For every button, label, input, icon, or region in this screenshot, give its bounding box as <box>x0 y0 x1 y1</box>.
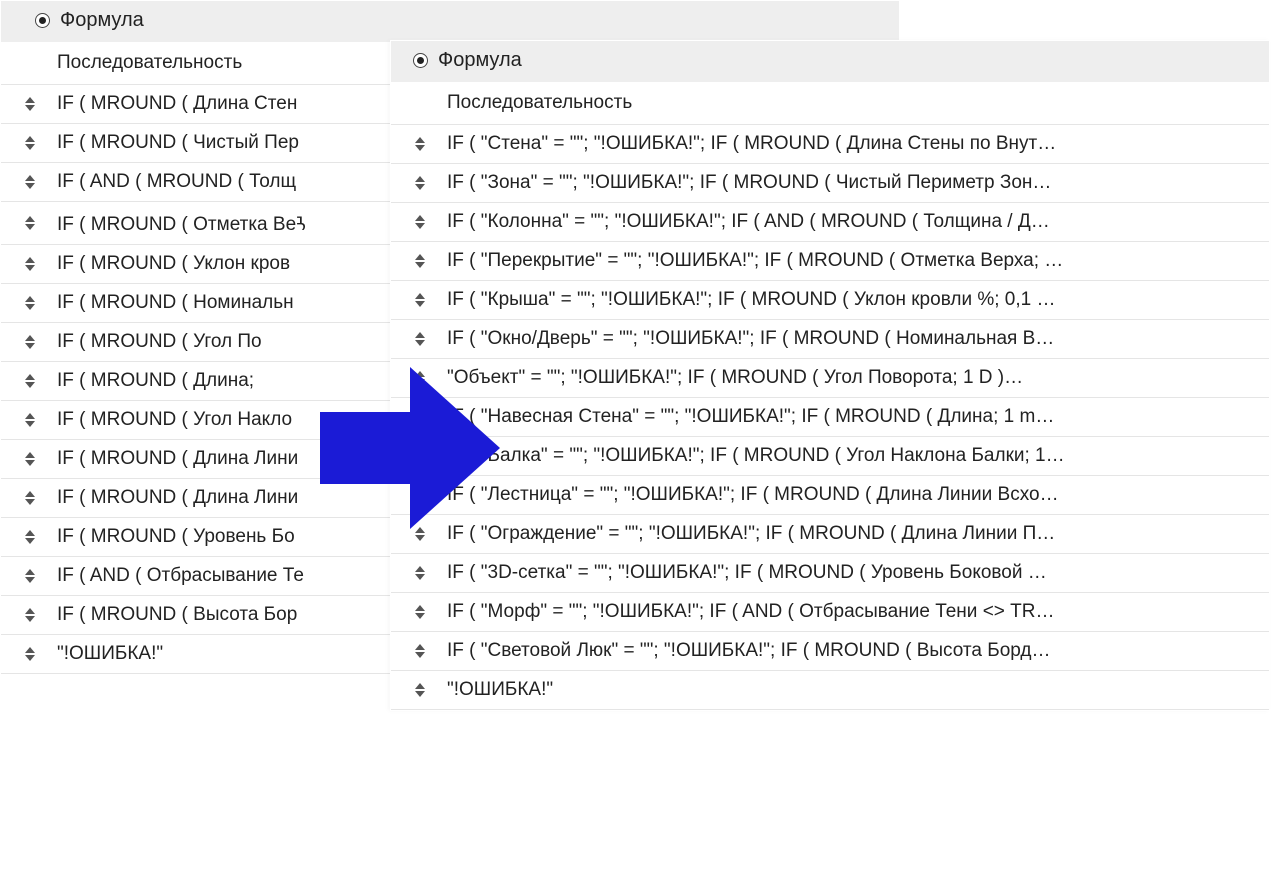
drag-handle-icon[interactable] <box>19 136 41 150</box>
drag-handle-icon[interactable] <box>19 569 41 583</box>
formula-text: IF ( "Зона" = ""; "!ОШИБКА!"; IF ( MROUN… <box>447 172 1269 194</box>
drag-handle-icon[interactable] <box>409 332 431 346</box>
drag-handle-icon[interactable] <box>19 647 41 661</box>
formula-text: "!ОШИБКА!" <box>447 679 1269 701</box>
sequence-header-right: Последовательность <box>391 82 1269 125</box>
formula-text: IF ( "Окно/Дверь" = ""; "!ОШИБКА!"; IF (… <box>447 328 1269 350</box>
radio-formula-left[interactable] <box>35 13 50 28</box>
drag-handle-icon[interactable] <box>19 216 41 230</box>
formula-text: IF ( "Морф" = ""; "!ОШИБКА!"; IF ( AND (… <box>447 601 1269 623</box>
drag-handle-icon[interactable] <box>409 683 431 697</box>
sequence-row[interactable]: IF ( "Окно/Дверь" = ""; "!ОШИБКА!"; IF (… <box>391 320 1269 359</box>
panel-right-header: Формула <box>391 41 1269 82</box>
drag-handle-icon[interactable] <box>19 374 41 388</box>
formula-text: IF ( "Крыша" = ""; "!ОШИБКА!"; IF ( MROU… <box>447 289 1269 311</box>
sequence-row[interactable]: IF ( "Колонна" = ""; "!ОШИБКА!"; IF ( AN… <box>391 203 1269 242</box>
formula-text: IF ( "Балка" = ""; "!ОШИБКА!"; IF ( MROU… <box>447 445 1269 467</box>
drag-handle-icon[interactable] <box>409 293 431 307</box>
formula-text: IF ( "Световой Люк" = ""; "!ОШИБКА!"; IF… <box>447 640 1269 662</box>
drag-handle-icon[interactable] <box>409 176 431 190</box>
sequence-row[interactable]: IF ( "Стена" = ""; "!ОШИБКА!"; IF ( MROU… <box>391 125 1269 164</box>
drag-handle-icon[interactable] <box>409 215 431 229</box>
transition-arrow-icon <box>320 358 500 538</box>
sequence-row[interactable]: "!ОШИБКА!" <box>391 671 1269 710</box>
drag-handle-icon[interactable] <box>409 605 431 619</box>
sequence-row[interactable]: IF ( "Ограждение" = ""; "!ОШИБКА!"; IF (… <box>391 515 1269 554</box>
formula-text: IF ( "Перекрытие" = ""; "!ОШИБКА!"; IF (… <box>447 250 1269 272</box>
drag-handle-icon[interactable] <box>19 413 41 427</box>
formula-text: IF ( "3D-сетка" = ""; "!ОШИБКА!"; IF ( M… <box>447 562 1269 584</box>
sequence-row[interactable]: IF ( "Световой Люк" = ""; "!ОШИБКА!"; IF… <box>391 632 1269 671</box>
drag-handle-icon[interactable] <box>19 257 41 271</box>
formula-text: "Объект" = ""; "!ОШИБКА!"; IF ( MROUND (… <box>447 367 1269 389</box>
formula-text: IF ( "Стена" = ""; "!ОШИБКА!"; IF ( MROU… <box>447 133 1269 155</box>
drag-handle-icon[interactable] <box>409 566 431 580</box>
drag-handle-icon[interactable] <box>19 175 41 189</box>
panel-right-title: Формула <box>438 49 522 72</box>
drag-handle-icon[interactable] <box>409 644 431 658</box>
formula-text: IF ( "Ограждение" = ""; "!ОШИБКА!"; IF (… <box>447 523 1269 545</box>
formula-text: IF ( "Колонна" = ""; "!ОШИБКА!"; IF ( AN… <box>447 211 1269 233</box>
sequence-row[interactable]: IF ( "Крыша" = ""; "!ОШИБКА!"; IF ( MROU… <box>391 281 1269 320</box>
sequence-row[interactable]: IF ( "3D-сетка" = ""; "!ОШИБКА!"; IF ( M… <box>391 554 1269 593</box>
panel-left-header: Формула <box>1 1 899 42</box>
drag-handle-icon[interactable] <box>19 530 41 544</box>
drag-handle-icon[interactable] <box>19 608 41 622</box>
formula-text: IF ( "Навесная Стена" = ""; "!ОШИБКА!"; … <box>447 406 1269 428</box>
sequence-area-right: Последовательность IF ( "Стена" = ""; "!… <box>391 82 1269 710</box>
radio-formula-right[interactable] <box>413 53 428 68</box>
drag-handle-icon[interactable] <box>19 296 41 310</box>
sequence-row[interactable]: IF ( "Навесная Стена" = ""; "!ОШИБКА!"; … <box>391 398 1269 437</box>
sequence-row[interactable]: IF ( "Перекрытие" = ""; "!ОШИБКА!"; IF (… <box>391 242 1269 281</box>
sequence-row[interactable]: IF ( "Морф" = ""; "!ОШИБКА!"; IF ( AND (… <box>391 593 1269 632</box>
drag-handle-icon[interactable] <box>19 452 41 466</box>
sequence-row[interactable]: IF ( "Зона" = ""; "!ОШИБКА!"; IF ( MROUN… <box>391 164 1269 203</box>
drag-handle-icon[interactable] <box>19 97 41 111</box>
sequence-row[interactable]: IF ( "Балка" = ""; "!ОШИБКА!"; IF ( MROU… <box>391 437 1269 476</box>
drag-handle-icon[interactable] <box>19 491 41 505</box>
sequence-row[interactable]: IF ( "Лестница" = ""; "!ОШИБКА!"; IF ( M… <box>391 476 1269 515</box>
drag-handle-icon[interactable] <box>409 137 431 151</box>
drag-handle-icon[interactable] <box>19 335 41 349</box>
panel-right: Формула Последовательность IF ( "Стена" … <box>390 40 1270 711</box>
sequence-row[interactable]: "Объект" = ""; "!ОШИБКА!"; IF ( MROUND (… <box>391 359 1269 398</box>
formula-text: IF ( "Лестница" = ""; "!ОШИБКА!"; IF ( M… <box>447 484 1269 506</box>
drag-handle-icon[interactable] <box>409 254 431 268</box>
panel-left-title: Формула <box>60 9 144 32</box>
